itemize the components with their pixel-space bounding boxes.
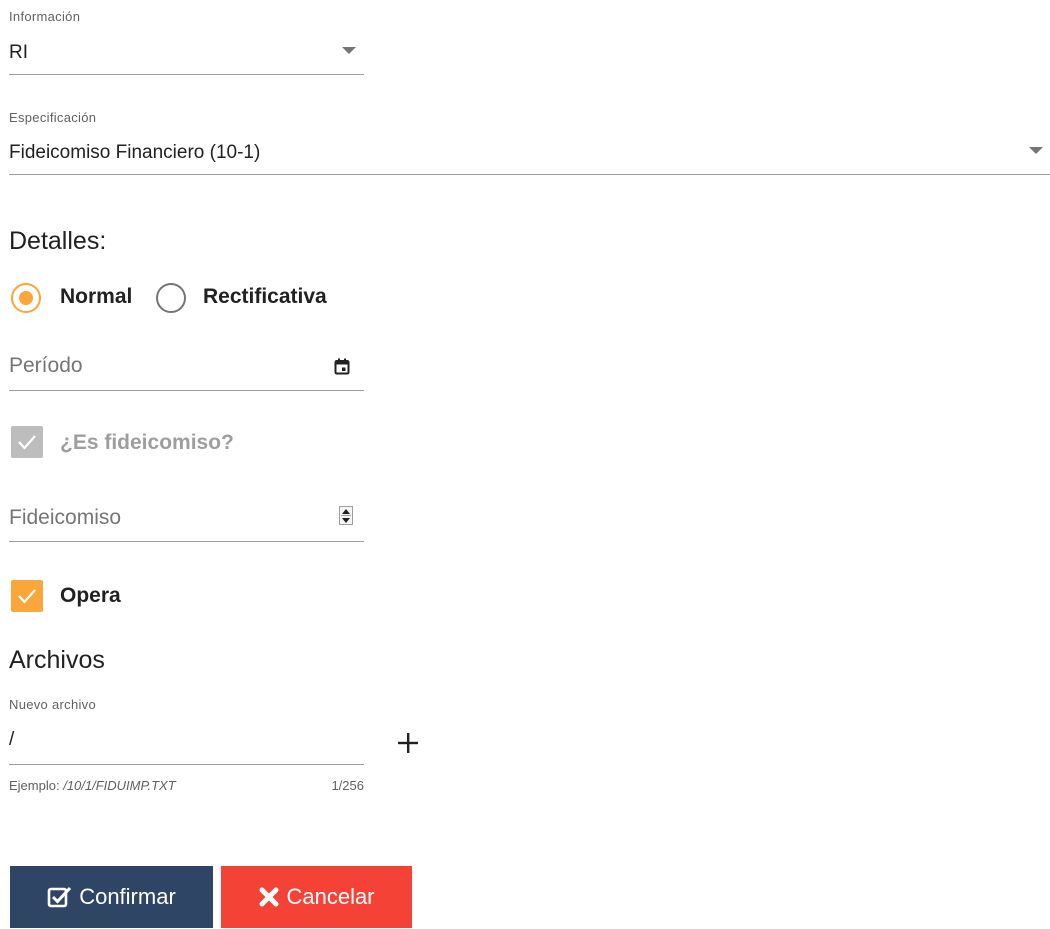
- nuevo-archivo-label: Nuevo archivo: [9, 697, 96, 712]
- number-spinner[interactable]: [339, 506, 353, 525]
- periodo-field[interactable]: [9, 344, 364, 391]
- chevron-down-icon: [342, 47, 356, 54]
- chevron-down-icon: [1029, 147, 1043, 154]
- radio-normal-label[interactable]: Normal: [60, 285, 132, 309]
- plus-icon[interactable]: [396, 731, 420, 755]
- check-icon: [18, 435, 36, 450]
- nuevo-archivo-field[interactable]: [9, 718, 364, 765]
- es-fideicomiso-checkbox[interactable]: [11, 426, 43, 458]
- fideicomiso-input[interactable]: [9, 506, 309, 530]
- char-counter: 1/256: [331, 778, 364, 793]
- periodo-underline: [9, 390, 364, 391]
- informacion-label: Información: [9, 9, 81, 24]
- fideicomiso-field[interactable]: [9, 494, 364, 542]
- radio-rectificativa-label[interactable]: Rectificativa: [203, 285, 327, 309]
- informacion-select[interactable]: RI: [9, 30, 364, 76]
- opera-checkbox[interactable]: [11, 580, 43, 612]
- archivos-title: Archivos: [9, 646, 105, 674]
- radio-rectificativa[interactable]: [156, 283, 186, 313]
- especificacion-select[interactable]: Fideicomiso Financiero (10-1): [9, 130, 1050, 176]
- opera-label[interactable]: Opera: [60, 584, 121, 608]
- especificacion-label: Especificación: [9, 110, 97, 125]
- nuevo-archivo-underline: [9, 764, 364, 765]
- check-square-icon: [47, 885, 73, 909]
- calendar-icon[interactable]: [334, 358, 350, 375]
- confirm-button-label: Confirmar: [79, 884, 176, 909]
- informacion-value: RI: [9, 42, 28, 63]
- especificacion-underline: [9, 174, 1050, 175]
- radio-normal[interactable]: [11, 283, 41, 313]
- check-icon: [18, 589, 36, 604]
- nuevo-archivo-hint: Ejemplo: /10/1/FIDUIMP.TXT: [9, 778, 176, 793]
- spinner-up-icon[interactable]: [342, 509, 350, 514]
- hint-example: /10/1/FIDUIMP.TXT: [63, 778, 176, 793]
- informacion-underline: [9, 74, 364, 75]
- cancel-button-label: Cancelar: [286, 884, 375, 909]
- periodo-input[interactable]: [9, 354, 309, 378]
- especificacion-value: Fideicomiso Financiero (10-1): [9, 142, 261, 163]
- es-fideicomiso-label: ¿Es fideicomiso?: [60, 431, 234, 454]
- spinner-divider: [341, 515, 351, 516]
- fideicomiso-underline: [9, 541, 364, 542]
- detalles-title: Detalles:: [9, 227, 107, 255]
- close-icon: [258, 886, 280, 908]
- cancel-button[interactable]: Cancelar: [221, 866, 412, 928]
- spinner-down-icon[interactable]: [342, 518, 350, 523]
- hint-prefix: Ejemplo:: [9, 778, 64, 793]
- nuevo-archivo-input[interactable]: [9, 729, 359, 751]
- confirm-button[interactable]: Confirmar: [10, 866, 213, 928]
